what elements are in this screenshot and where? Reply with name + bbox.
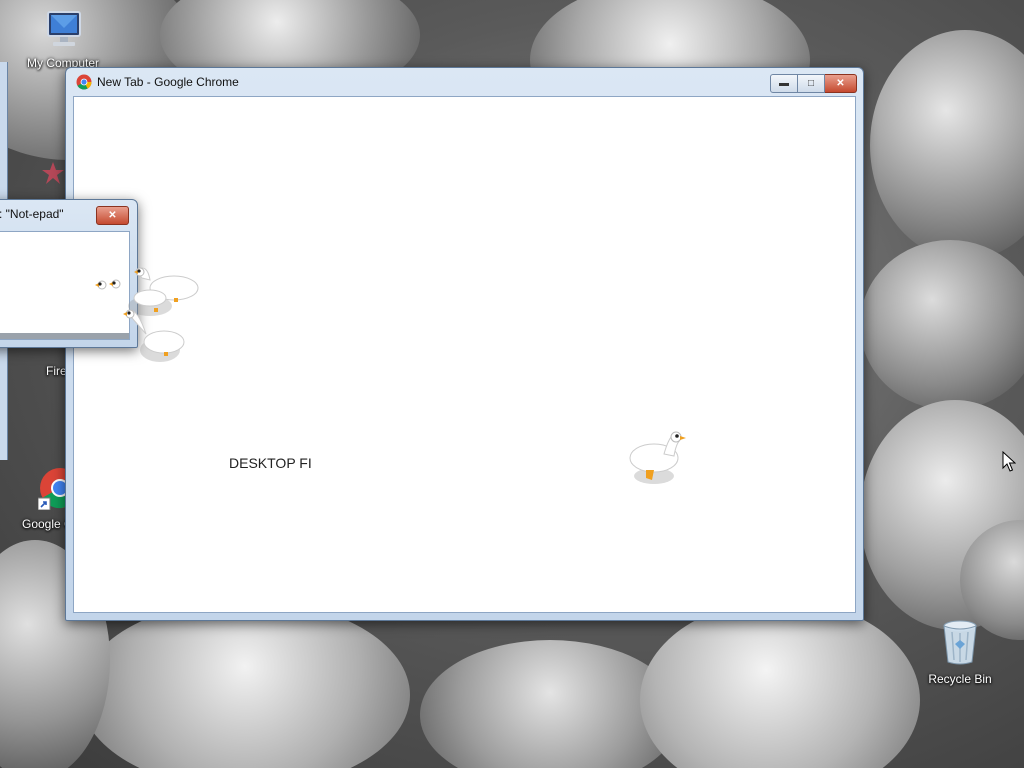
minimize-button[interactable]: ▬ [770,74,798,93]
window-controls: ✕ [96,206,129,225]
recycle-bin-icon [922,618,998,669]
goose-icon [629,431,686,484]
maximize-button[interactable]: □ [798,74,825,93]
close-button[interactable]: ✕ [96,206,129,225]
desktop-icon-google-chrome[interactable]: Google C [20,466,80,531]
goose-icon [95,267,199,362]
chrome-icon [37,466,80,513]
title-bar[interactable]: New Tab - Google Chrome [66,68,863,96]
minimize-icon: ▬ [779,78,789,89]
mouse-cursor-icon [1002,451,1016,472]
chrome-icon [76,74,92,90]
desktop-icon-label: Google C [22,517,73,531]
page-text: DESKTOP FI [229,455,312,471]
computer-icon [25,8,101,53]
window-title: New Tab - Google Chrome [97,75,239,89]
window-controls: ▬ □ ✕ [770,74,857,93]
window-title: : "Not-epad" [0,207,64,221]
close-icon: ✕ [836,78,845,89]
desktop-icon-label: Recycle Bin [928,672,992,686]
close-icon: ✕ [108,210,117,221]
desktop-icon-recycle-bin[interactable]: Recycle Bin [922,618,998,686]
maximize-icon: □ [807,78,815,89]
firefox-icon [40,160,66,195]
close-button[interactable]: ✕ [825,74,857,93]
desktop-icon-my-computer[interactable]: My Computer [25,8,101,70]
desktop-icon-label: Fire [46,364,67,378]
